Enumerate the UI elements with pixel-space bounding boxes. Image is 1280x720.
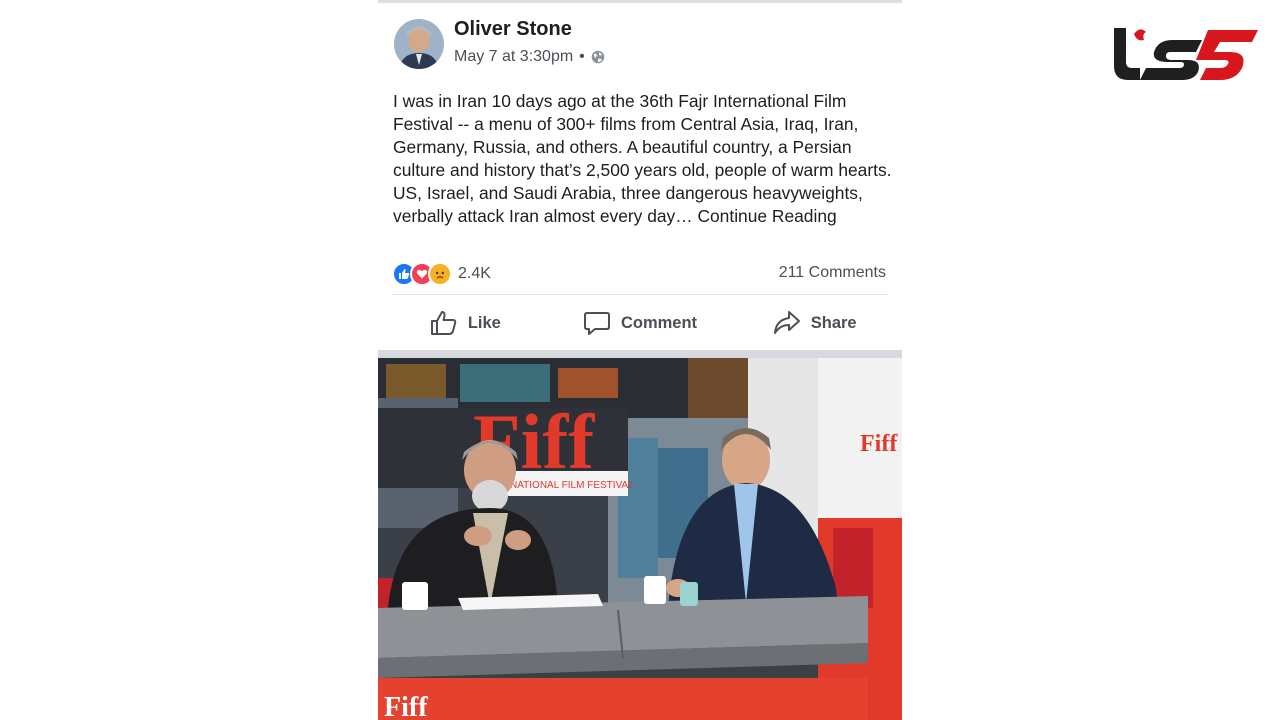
site-logo [1110,22,1262,86]
speech-bubble-icon [583,312,610,335]
post-timestamp[interactable]: May 7 at 3:30pm [454,48,573,66]
share-arrow-icon [773,311,800,334]
like-label: Like [467,313,501,332]
photo-sign-side: Fiff [860,431,898,457]
sad-reaction-icon [428,262,452,286]
photo-sign-bottom: Fiff [384,692,428,720]
globe-icon [591,50,605,64]
comments-count[interactable]: 211 Comments [779,264,886,282]
post-photo-separator [378,350,902,358]
thumbs-up-icon [430,311,457,335]
meta-separator: • [579,48,585,65]
share-label: Share [810,313,857,332]
reactions-summary[interactable]: 2.4K [392,262,491,286]
post-top-border [378,0,902,3]
comment-button[interactable]: Comment [553,298,728,348]
author-name[interactable]: Oliver Stone [454,18,572,41]
post-meta: May 7 at 3:30pm • [454,48,605,66]
author-avatar[interactable] [394,19,444,69]
post-actions-bar: Like Comment Share [378,298,902,348]
post-photo[interactable]: Fiff Fiff INTERNATIONAL FILM FESTIVAL Fi… [378,358,902,720]
post-body: I was in Iran 10 days ago at the 36th Fa… [393,91,892,226]
comment-label: Comment [620,313,698,332]
like-button[interactable]: Like [378,298,553,348]
share-button[interactable]: Share [727,298,902,348]
facebook-post: Oliver Stone May 7 at 3:30pm • I was in … [378,0,902,720]
reactions-count: 2.4K [458,265,491,282]
reactions-divider [392,294,888,295]
